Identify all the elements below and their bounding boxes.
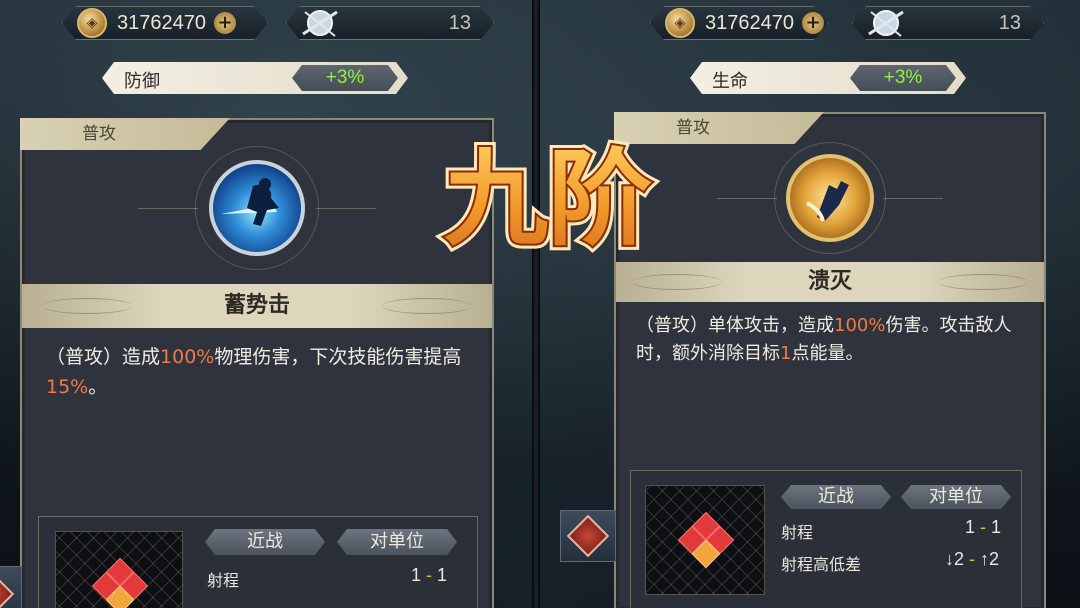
gold-value: 31762470 [117, 11, 206, 34]
coin-icon: ◈ [77, 8, 107, 38]
tag-melee: 近战 [781, 485, 891, 509]
gem-value: 13 [448, 11, 471, 34]
band-ornament-left [632, 274, 722, 290]
range-value: 1 - 1 [411, 565, 448, 585]
stat-bonus-value: +3% [850, 65, 956, 91]
gem-counter: 13 [286, 6, 494, 40]
desc-text: 物理伤害，下次技能伤害提高 [214, 346, 462, 368]
band-ornament-left [42, 298, 132, 314]
stat-label: 生命 [712, 71, 748, 92]
crystal-orb-icon [867, 4, 905, 42]
tag-single-target: 对单位 [901, 485, 1011, 509]
desc-highlight: 100% [160, 346, 215, 368]
gold-counter: ◈ 31762470 + [62, 6, 268, 40]
range-label: 射程 [207, 571, 240, 590]
stat-bonus-value: +3% [292, 65, 398, 91]
skill-name-band: 溃灭 [616, 262, 1044, 302]
add-gold-button[interactable]: + [214, 12, 236, 34]
range-pattern [55, 531, 183, 608]
desc-highlight: 15% [46, 376, 89, 398]
skill-name: 蓄势击 [223, 293, 290, 318]
skill-icon-frame [717, 142, 943, 254]
side-crest-button[interactable] [0, 566, 22, 608]
stat-bonus: 防御 +3% [102, 62, 408, 94]
desc-highlight: 100% [834, 315, 886, 336]
height-diff-label: 射程高低差 [781, 555, 862, 574]
skill-name: 溃灭 [807, 269, 852, 294]
skill-description: （普攻）造成100%物理伤害，下次技能伤害提高 15%。 [46, 342, 476, 402]
gem-value: 13 [998, 11, 1021, 34]
gem-counter: 13 [852, 6, 1044, 40]
tag-single-target: 对单位 [337, 529, 457, 555]
desc-text: （普攻）造成 [46, 346, 161, 368]
desc-highlight: 1 [780, 343, 792, 364]
left-panel: ◈ 31762470 + 13 防御 +3% 普攻 蓄势击 （普攻）造成100%… [0, 0, 532, 608]
range-label: 射程 [781, 523, 814, 542]
overlay-title: 九阶 [418, 124, 678, 274]
range-info-box: 近战 对单位 射程 1 - 1 射程高低差 ↓2 - ↑2 [630, 470, 1022, 608]
range-info-box: 近战 对单位 射程 1 - 1 [38, 516, 478, 608]
desc-text: 。 [88, 376, 108, 398]
skill-description: （普攻）单体攻击，造成100%伤害。攻击敌人时，额外消除目标1点能量。 [636, 312, 1032, 368]
band-ornament-right [382, 298, 472, 314]
range-pattern [645, 485, 765, 595]
add-gold-button[interactable]: + [802, 12, 824, 34]
skill-name-band: 蓄势击 [22, 284, 492, 328]
stat-bonus: 生命 +3% [690, 62, 966, 94]
right-panel: ◈ 31762470 + 13 生命 +3% 普攻 溃灭 （普攻）单体攻击，造成… [540, 0, 1080, 608]
range-value: 1 - 1 [965, 517, 1002, 537]
side-crest-button[interactable] [560, 510, 616, 562]
tag-melee: 近战 [205, 529, 325, 555]
crest-icon [566, 514, 610, 558]
skill-icon-frame [138, 146, 376, 270]
crest-icon [0, 572, 15, 608]
band-ornament-right [938, 274, 1028, 290]
card-tab: 普攻 [20, 118, 230, 150]
desc-text: 点能量。 [791, 343, 864, 364]
stat-label: 防御 [124, 71, 160, 92]
skill-card: 普攻 溃灭 （普攻）单体攻击，造成100%伤害。攻击敌人时，额外消除目标1点能量… [614, 112, 1046, 608]
coin-icon: ◈ [665, 8, 695, 38]
gold-value: 31762470 [705, 11, 794, 34]
panel-divider [532, 0, 540, 608]
fist-strike-icon [786, 154, 874, 242]
height-diff-value: ↓2 - ↑2 [945, 549, 1000, 569]
gold-counter: ◈ 31762470 + [650, 6, 828, 40]
crystal-orb-icon [301, 4, 339, 42]
desc-text: （普攻）单体攻击，造成 [636, 315, 834, 336]
dash-strike-icon [209, 160, 305, 256]
